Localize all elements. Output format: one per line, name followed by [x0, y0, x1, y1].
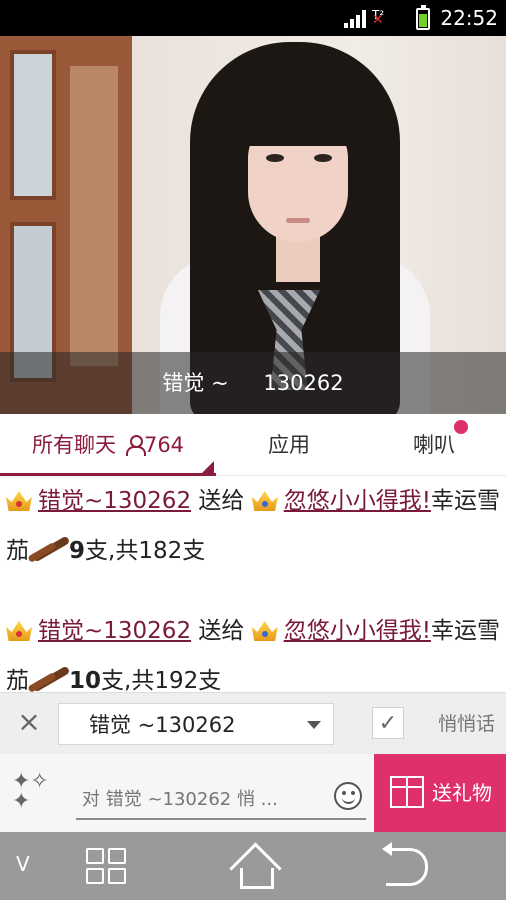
home-icon[interactable] — [228, 844, 280, 889]
tab-horn[interactable]: 喇叭 — [362, 414, 506, 476]
gift-amount: 10 — [69, 668, 102, 692]
broadcaster-eye — [314, 154, 332, 162]
broadcaster-id: 130262 — [263, 371, 344, 395]
sparkle-icon[interactable]: ✦✧ ✦ — [12, 771, 58, 814]
signal-icon — [344, 10, 366, 28]
whisper-checkbox[interactable]: ✓ — [372, 707, 404, 739]
receiver-link[interactable]: 忽悠小小得我! — [284, 488, 431, 514]
input-bar: ✦✧✦ 送礼物 — [0, 754, 506, 832]
emoji-icon[interactable] — [334, 782, 362, 810]
broadcaster-eye — [266, 154, 284, 162]
gift-total: 支,共182支 — [85, 538, 206, 564]
gift-total: 支,共192支 — [101, 668, 222, 692]
selected-target: 错觉 ~130262 — [89, 713, 236, 737]
cigar-icon — [29, 667, 69, 691]
send-gift-label: 送礼物 — [432, 781, 492, 805]
tab-app-label: 应用 — [268, 433, 310, 457]
chat-message: 错觉~130262 送给 忽悠小小得我!幸运雪茄 10支,共192支 — [6, 606, 500, 692]
broadcaster-name: 错觉 ~ — [162, 371, 229, 395]
broadcaster-mouth — [286, 218, 310, 223]
crown-icon — [252, 489, 278, 511]
system-navbar: V — [0, 832, 506, 900]
gift-icon — [390, 776, 424, 808]
message-input[interactable] — [76, 780, 366, 820]
status-bar: T² ✕ 22:52 — [0, 0, 506, 36]
target-select[interactable]: 错觉 ~130262 — [58, 703, 334, 745]
chat-tabs: 所有聊天 764 应用 喇叭 — [0, 414, 506, 476]
crown-icon — [6, 489, 32, 511]
battery-icon — [416, 5, 430, 30]
send-gift-button[interactable]: 送礼物 — [374, 754, 506, 832]
tab-all-chat[interactable]: 所有聊天 764 — [0, 414, 216, 476]
whisper-label: 悄悄话 — [438, 713, 496, 735]
sender-link[interactable]: 错觉~130262 — [38, 488, 191, 514]
status-time: 22:52 — [440, 6, 498, 30]
live-video[interactable]: 错觉 ~ 130262 — [0, 36, 506, 414]
door-window-pane — [10, 50, 56, 200]
crown-icon — [6, 619, 32, 641]
cigar-icon — [29, 537, 69, 561]
chat-message: 错觉~130262 送给 忽悠小小得我!幸运雪茄 9支,共182支 — [6, 476, 500, 576]
gift-verb: 送给 — [198, 488, 245, 514]
receiver-link[interactable]: 忽悠小小得我! — [284, 618, 431, 644]
close-icon[interactable]: × — [14, 707, 44, 737]
notification-dot — [454, 420, 468, 434]
sender-link[interactable]: 错觉~130262 — [38, 618, 191, 644]
nav-menu-button[interactable]: V — [16, 852, 30, 876]
online-count: 764 — [143, 433, 185, 457]
chat-list[interactable]: 错觉~130262 送给 忽悠小小得我!幸运雪茄 9支,共182支 错觉~1302… — [0, 476, 506, 692]
back-icon[interactable] — [382, 842, 428, 886]
tab-app[interactable]: 应用 — [216, 414, 362, 476]
gift-verb: 送给 — [198, 618, 245, 644]
door-frame — [70, 66, 118, 366]
person-icon — [125, 435, 146, 456]
sim2-no-signal-icon: T² ✕ — [372, 8, 385, 28]
crown-icon — [252, 619, 278, 641]
tab-corner-mark — [202, 461, 214, 473]
target-bar: × 错觉 ~130262 ✓ 悄悄话 — [0, 692, 506, 754]
chevron-down-icon — [307, 721, 321, 729]
broadcaster-caption: 错觉 ~ 130262 — [0, 352, 506, 414]
tab-horn-label: 喇叭 — [413, 433, 455, 457]
tab-all-chat-label: 所有聊天 — [31, 433, 116, 457]
recent-apps-icon[interactable] — [86, 848, 128, 886]
gift-amount: 9 — [69, 538, 86, 564]
